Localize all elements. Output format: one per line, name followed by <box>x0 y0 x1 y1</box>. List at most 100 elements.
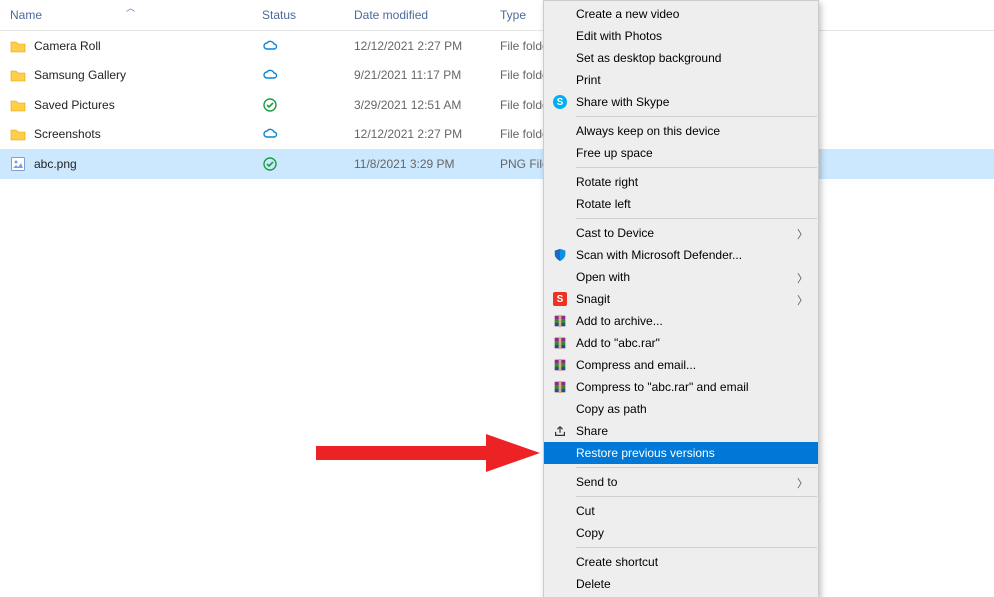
menu-item-add-to-abc-rar[interactable]: Add to "abc.rar" <box>544 332 818 354</box>
menu-item-label: Edit with Photos <box>576 29 662 43</box>
shield-icon <box>552 247 568 263</box>
cloud-status-icon <box>262 38 278 54</box>
menu-item-label: Copy as path <box>576 402 647 416</box>
menu-item-label: Rotate right <box>576 175 638 189</box>
folder-icon <box>10 67 26 83</box>
menu-item-label: Send to <box>576 475 617 489</box>
menu-item-cast-to-device[interactable]: Cast to Device 〉 <box>544 222 818 244</box>
context-menu[interactable]: Create a new video Edit with Photos Set as… <box>543 0 819 597</box>
menu-separator <box>576 467 817 468</box>
menu-item-label: Cut <box>576 504 595 518</box>
table-row[interactable]: Camera Roll12/12/2021 2:27 PMFile folder <box>0 31 994 61</box>
submenu-arrow-icon: 〉 <box>797 292 808 308</box>
file-name: Saved Pictures <box>34 98 115 112</box>
menu-item-copy[interactable]: Copy <box>544 522 818 544</box>
menu-item-print[interactable]: Print <box>544 69 818 91</box>
skype-icon: S <box>552 94 568 110</box>
file-date: 11/8/2021 3:29 PM <box>354 157 500 171</box>
menu-item-label: Free up space <box>576 146 653 160</box>
menu-item-edit-with-photos[interactable]: Edit with Photos <box>544 25 818 47</box>
file-date: 3/29/2021 12:51 AM <box>354 98 500 112</box>
menu-item-create-shortcut[interactable]: Create shortcut <box>544 551 818 573</box>
menu-separator <box>576 547 817 548</box>
column-headers: ︿ Name Status Date modified Type <box>0 0 994 31</box>
menu-item-label: Compress and email... <box>576 358 696 372</box>
menu-item-share[interactable]: Share <box>544 420 818 442</box>
rar-icon <box>552 379 568 395</box>
synced-status-icon <box>262 156 278 172</box>
cloud-status-icon <box>262 67 278 83</box>
menu-item-scan-with-microsoft-defender[interactable]: Scan with Microsoft Defender... <box>544 244 818 266</box>
file-name: Screenshots <box>34 127 101 141</box>
col-header-date[interactable]: Date modified <box>354 8 500 22</box>
table-row[interactable]: Samsung Gallery9/21/2021 11:17 PMFile fo… <box>0 61 994 91</box>
menu-item-label: Snagit <box>576 292 610 306</box>
annotation-arrow-icon <box>316 432 540 474</box>
cloud-status-icon <box>262 126 278 142</box>
menu-item-label: Always keep on this device <box>576 124 720 138</box>
folder-icon <box>10 126 26 142</box>
file-name: Camera Roll <box>34 39 101 53</box>
snagit-icon: S <box>552 291 568 307</box>
share-icon <box>552 423 568 439</box>
menu-item-label: Copy <box>576 526 604 540</box>
menu-item-compress-and-email[interactable]: Compress and email... <box>544 354 818 376</box>
menu-item-label: Restore previous versions <box>576 446 715 460</box>
menu-item-copy-as-path[interactable]: Copy as path <box>544 398 818 420</box>
menu-item-create-a-new-video[interactable]: Create a new video <box>544 3 818 25</box>
menu-item-cut[interactable]: Cut <box>544 500 818 522</box>
rar-icon <box>552 357 568 373</box>
rar-icon <box>552 313 568 329</box>
menu-item-snagit[interactable]: S Snagit 〉 <box>544 288 818 310</box>
menu-item-restore-previous-versions[interactable]: Restore previous versions <box>544 442 818 464</box>
menu-item-label: Create shortcut <box>576 555 658 569</box>
menu-item-delete[interactable]: Delete <box>544 573 818 595</box>
rar-icon <box>552 335 568 351</box>
menu-item-label: Print <box>576 73 601 87</box>
menu-item-compress-to-abc-rar-and-email[interactable]: Compress to "abc.rar" and email <box>544 376 818 398</box>
menu-item-label: Compress to "abc.rar" and email <box>576 380 749 394</box>
menu-item-label: Delete <box>576 577 611 591</box>
menu-item-rotate-right[interactable]: Rotate right <box>544 171 818 193</box>
menu-item-add-to-archive[interactable]: Add to archive... <box>544 310 818 332</box>
submenu-arrow-icon: 〉 <box>797 226 808 242</box>
submenu-arrow-icon: 〉 <box>797 270 808 286</box>
menu-item-share-with-skype[interactable]: S Share with Skype <box>544 91 818 113</box>
table-row[interactable]: abc.png11/8/2021 3:29 PMPNG File <box>0 149 994 179</box>
menu-item-always-keep-on-this-device[interactable]: Always keep on this device <box>544 120 818 142</box>
menu-item-send-to[interactable]: Send to 〉 <box>544 471 818 493</box>
menu-separator <box>576 167 817 168</box>
file-name: Samsung Gallery <box>34 68 126 82</box>
file-name: abc.png <box>34 157 77 171</box>
folder-icon <box>10 97 26 113</box>
table-row[interactable]: Saved Pictures3/29/2021 12:51 AMFile fol… <box>0 90 994 120</box>
menu-item-label: Add to "abc.rar" <box>576 336 660 350</box>
folder-icon <box>10 38 26 54</box>
menu-separator <box>576 218 817 219</box>
menu-item-label: Rotate left <box>576 197 631 211</box>
col-header-status[interactable]: Status <box>262 8 354 22</box>
file-list: ︿ Name Status Date modified Type Camera … <box>0 0 994 179</box>
file-date: 12/12/2021 2:27 PM <box>354 39 500 53</box>
menu-item-label: Set as desktop background <box>576 51 721 65</box>
submenu-arrow-icon: 〉 <box>797 475 808 491</box>
menu-item-label: Share <box>576 424 608 438</box>
menu-item-free-up-space[interactable]: Free up space <box>544 142 818 164</box>
menu-item-rotate-left[interactable]: Rotate left <box>544 193 818 215</box>
file-date: 9/21/2021 11:17 PM <box>354 68 500 82</box>
menu-separator <box>576 496 817 497</box>
image-icon <box>10 156 26 172</box>
sort-indicator-icon: ︿ <box>126 1 135 14</box>
menu-item-label: Open with <box>576 270 630 284</box>
menu-item-label: Create a new video <box>576 7 679 21</box>
menu-item-label: Share with Skype <box>576 95 669 109</box>
menu-item-label: Cast to Device <box>576 226 654 240</box>
menu-item-open-with[interactable]: Open with 〉 <box>544 266 818 288</box>
menu-item-set-as-desktop-background[interactable]: Set as desktop background <box>544 47 818 69</box>
file-date: 12/12/2021 2:27 PM <box>354 127 500 141</box>
menu-item-label: Add to archive... <box>576 314 663 328</box>
synced-status-icon <box>262 97 278 113</box>
menu-item-label: Scan with Microsoft Defender... <box>576 248 742 262</box>
table-row[interactable]: Screenshots12/12/2021 2:27 PMFile folder <box>0 120 994 150</box>
menu-separator <box>576 116 817 117</box>
